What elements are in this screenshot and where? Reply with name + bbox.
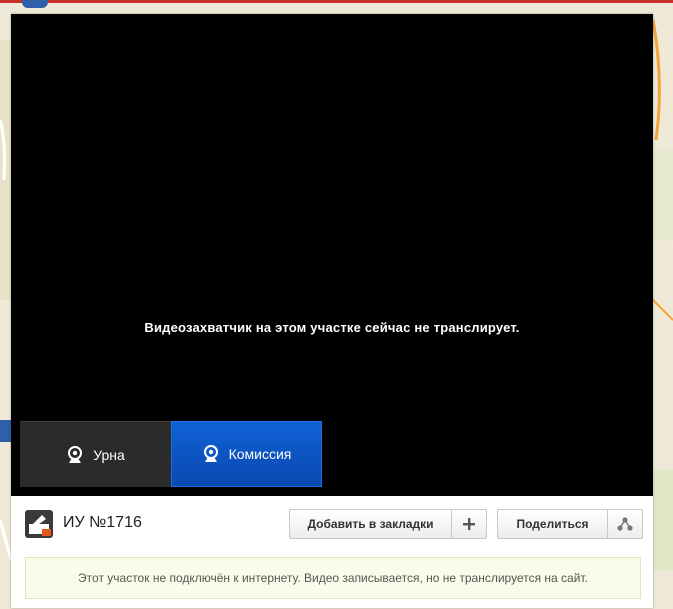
webcam-icon <box>202 445 220 463</box>
offline-notice: Этот участок не подключён к интернету. В… <box>25 557 641 599</box>
plus-icon[interactable] <box>451 510 486 538</box>
share-icon[interactable] <box>607 510 642 538</box>
share-button[interactable]: Поделиться <box>498 510 607 538</box>
stream-panel: Видеозахватчик на этом участке сейчас не… <box>11 14 653 608</box>
camera-tab-urn[interactable]: Урна <box>20 421 171 487</box>
webcam-icon <box>66 445 84 464</box>
bookmark-button-group: Добавить в закладки <box>289 509 487 539</box>
ballot-box-icon <box>25 510 53 538</box>
camera-tabs: Урна Комиссия <box>20 421 322 487</box>
add-bookmark-button[interactable]: Добавить в закладки <box>290 510 451 538</box>
camera-tab-label: Урна <box>93 446 125 463</box>
share-button-group: Поделиться <box>497 509 643 539</box>
camera-tab-label: Комиссия <box>228 446 292 462</box>
camera-tab-commission[interactable]: Комиссия <box>171 421 322 487</box>
map-marker <box>22 0 48 8</box>
video-player[interactable]: Видеозахватчик на этом участке сейчас не… <box>11 14 653 496</box>
map-top-strip <box>0 0 673 3</box>
video-status-message: Видеозахватчик на этом участке сейчас не… <box>144 320 520 335</box>
station-info-bar: ИУ №1716 Добавить в закладки Поделиться <box>11 496 653 554</box>
station-title: ИУ №1716 <box>63 514 142 531</box>
